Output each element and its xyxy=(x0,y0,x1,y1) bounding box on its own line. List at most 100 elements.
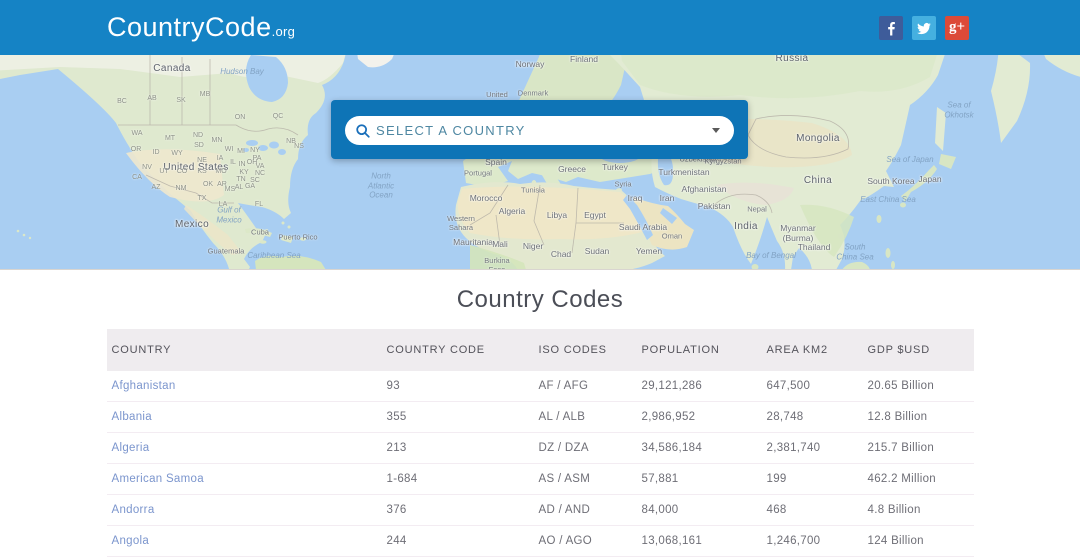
map-label: Guatemala xyxy=(208,247,245,256)
cell-country-code: 244 xyxy=(382,526,534,557)
map-label: Denmark xyxy=(518,89,548,98)
googleplus-glyph: g+ xyxy=(949,19,965,36)
column-header-iso-codes: ISO CODES xyxy=(534,329,637,371)
googleplus-icon[interactable]: g+ xyxy=(945,16,969,40)
map-label: Japan xyxy=(918,174,941,184)
map-label: MB xyxy=(200,91,211,99)
map-label: Norway xyxy=(516,59,545,69)
map-label: Sea of Okhotsk xyxy=(944,100,973,119)
map-label: CO xyxy=(177,168,188,176)
map-label: Mauritania xyxy=(453,237,493,247)
cell-iso-codes: AS / ASM xyxy=(534,464,637,495)
map-label: Morocco xyxy=(470,193,503,203)
cell-iso-codes: AL / ALB xyxy=(534,402,637,433)
table-row: Angola244AO / AGO13,068,1611,246,700124 … xyxy=(107,526,974,557)
map-label: Iraq xyxy=(628,193,643,203)
search-icon xyxy=(355,123,371,139)
map-label: MN xyxy=(212,137,223,145)
map-label: China xyxy=(804,175,832,187)
map-label: Finland xyxy=(570,55,598,64)
cell-population: 13,068,161 xyxy=(637,526,762,557)
map-label: SK xyxy=(176,97,185,105)
map-label: QC xyxy=(273,113,284,121)
twitter-icon[interactable] xyxy=(912,16,936,40)
table-row: Afghanistan93AF / AFG29,121,286647,50020… xyxy=(107,371,974,402)
map-label: ID xyxy=(153,149,160,157)
map-label: TN xyxy=(236,176,245,184)
world-map: CanadaUnited StatesMexicoRussiaMongoliaC… xyxy=(0,55,1080,270)
map-label: KY xyxy=(239,169,248,177)
cell-iso-codes: AF / AFG xyxy=(534,371,637,402)
cell-country: Algeria xyxy=(107,433,382,464)
map-label: IA xyxy=(217,155,224,163)
cell-country-code: 1-684 xyxy=(382,464,534,495)
country-link[interactable]: Andorra xyxy=(112,504,155,516)
country-select-panel: SELECT A COUNTRY xyxy=(331,100,748,159)
map-label: MI xyxy=(237,148,245,156)
cell-country: Afghanistan xyxy=(107,371,382,402)
map-label: East China Sea xyxy=(860,195,916,205)
country-table-body: Afghanistan93AF / AFG29,121,286647,50020… xyxy=(107,371,974,557)
map-label: MT xyxy=(165,135,175,143)
map-label: SC xyxy=(250,177,260,185)
logo-main: CountryCode xyxy=(107,12,272,42)
country-link[interactable]: American Samoa xyxy=(112,473,204,485)
map-label: AR xyxy=(217,181,227,189)
map-label: OK xyxy=(203,181,213,189)
map-label: Saudi Arabia xyxy=(619,222,667,232)
cell-country-code: 376 xyxy=(382,495,534,526)
country-link[interactable]: Algeria xyxy=(112,442,150,454)
column-header-population: POPULATION xyxy=(637,329,762,371)
map-label: AL xyxy=(235,184,244,192)
table-row: Algeria213DZ / DZA34,586,1842,381,740215… xyxy=(107,433,974,464)
cell-area-km2: 28,748 xyxy=(762,402,863,433)
map-label: KS xyxy=(197,168,206,176)
map-label: Cuba xyxy=(251,228,269,237)
map-label: LA xyxy=(219,201,228,209)
map-label: Western Sahara xyxy=(447,214,475,232)
facebook-icon[interactable] xyxy=(879,16,903,40)
cell-country: Albania xyxy=(107,402,382,433)
map-label: IL xyxy=(230,159,236,167)
country-link[interactable]: Afghanistan xyxy=(112,380,176,392)
map-label: Nepal xyxy=(747,205,767,214)
cell-population: 29,121,286 xyxy=(637,371,762,402)
social-links: g+ xyxy=(879,16,969,40)
map-label: ON xyxy=(235,114,246,122)
header: CountryCode.org g+ xyxy=(0,0,1080,55)
column-header-area-km2: AREA KM2 xyxy=(762,329,863,371)
map-label: Egypt xyxy=(584,210,606,220)
map-label: India xyxy=(734,221,758,233)
cell-country-code: 355 xyxy=(382,402,534,433)
map-label: PA xyxy=(253,155,262,163)
map-label: Turkmenistan xyxy=(658,167,709,177)
cell-area-km2: 468 xyxy=(762,495,863,526)
map-label: Sudan xyxy=(585,246,610,256)
map-label: Niger xyxy=(523,241,543,251)
map-label: MS xyxy=(225,186,236,194)
map-label: Libya xyxy=(547,210,567,220)
column-header-gdp-usd: GDP $USD xyxy=(863,329,974,371)
map-label: Pakistan xyxy=(698,201,731,211)
page-title: Country Codes xyxy=(0,286,1080,314)
map-label: Myanmar (Burma) xyxy=(780,223,815,243)
country-select[interactable]: SELECT A COUNTRY xyxy=(345,116,734,145)
map-labels: CanadaUnited StatesMexicoRussiaMongoliaC… xyxy=(0,55,1080,269)
cell-iso-codes: AO / AGO xyxy=(534,526,637,557)
table-row: American Samoa1-684AS / ASM57,881199462.… xyxy=(107,464,974,495)
map-label: NY xyxy=(250,147,260,155)
cell-gdp-usd: 12.8 Billion xyxy=(863,402,974,433)
map-label: Chad xyxy=(551,249,571,259)
country-link[interactable]: Angola xyxy=(112,535,150,547)
cell-country: American Samoa xyxy=(107,464,382,495)
site-logo[interactable]: CountryCode.org xyxy=(107,12,295,43)
map-label: Greece xyxy=(558,164,586,174)
map-label: NM xyxy=(176,185,187,193)
map-label: Portugal xyxy=(464,169,492,178)
map-label: Bay of Bengal xyxy=(746,251,796,261)
country-link[interactable]: Albania xyxy=(112,411,152,423)
map-label: GA xyxy=(245,183,255,191)
map-label: SD xyxy=(194,142,204,150)
map-label: WY xyxy=(171,150,182,158)
cell-gdp-usd: 20.65 Billion xyxy=(863,371,974,402)
